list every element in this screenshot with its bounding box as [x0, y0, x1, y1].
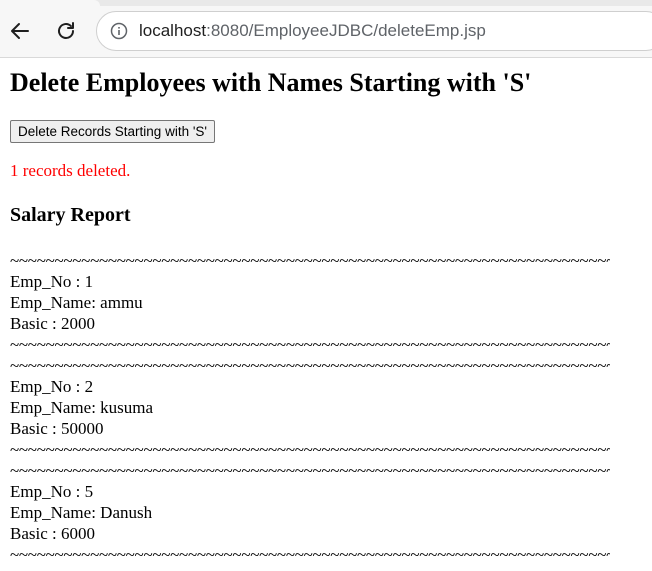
separator-line: ~~~~~~~~~~~~~~~~~~~~~~~~~~~~~~~~~~~~~~~~…	[10, 545, 610, 564]
status-message: 1 records deleted.	[10, 161, 131, 180]
url-text[interactable]: localhost:8080/EmployeeJDBC/deleteEmp.js…	[139, 21, 486, 41]
emp-no: Emp_No : 2	[10, 377, 94, 396]
emp-basic: Basic : 50000	[10, 419, 104, 438]
emp-name: Emp_Name: ammu	[10, 293, 143, 312]
emp-basic: Basic : 6000	[10, 524, 95, 543]
tab-strip	[0, 0, 652, 6]
emp-basic: Basic : 2000	[10, 314, 95, 333]
url-path: :8080/EmployeeJDBC/deleteEmp.jsp	[206, 21, 486, 40]
separator-line: ~~~~~~~~~~~~~~~~~~~~~~~~~~~~~~~~~~~~~~~~…	[10, 440, 610, 459]
separator-line: ~~~~~~~~~~~~~~~~~~~~~~~~~~~~~~~~~~~~~~~~…	[10, 335, 610, 354]
browser-toolbar: localhost:8080/EmployeeJDBC/deleteEmp.js…	[0, 0, 652, 58]
emp-no: Emp_No : 1	[10, 272, 94, 291]
employee-record: Emp_No : 2 Emp_Name: kusuma Basic : 5000…	[10, 376, 610, 439]
site-info-icon[interactable]	[107, 19, 131, 43]
separator-line: ~~~~~~~~~~~~~~~~~~~~~~~~~~~~~~~~~~~~~~~~…	[10, 356, 610, 375]
page-content: Delete Employees with Names Starting wit…	[10, 58, 652, 571]
emp-no: Emp_No : 5	[10, 482, 94, 501]
employee-record: Emp_No : 5 Emp_Name: Danush Basic : 6000	[10, 481, 610, 544]
active-tab[interactable]	[0, 0, 100, 6]
separator-line: ~~~~~~~~~~~~~~~~~~~~~~~~~~~~~~~~~~~~~~~~…	[10, 461, 610, 480]
salary-report: ~~~~~~~~~~~~~~~~~~~~~~~~~~~~~~~~~~~~~~~~…	[10, 250, 610, 565]
reload-button[interactable]	[52, 17, 80, 45]
delete-records-button[interactable]: Delete Records Starting with 'S'	[10, 120, 215, 143]
back-button[interactable]	[6, 17, 34, 45]
employee-record: Emp_No : 1 Emp_Name: ammu Basic : 2000	[10, 271, 610, 334]
separator-line: ~~~~~~~~~~~~~~~~~~~~~~~~~~~~~~~~~~~~~~~~…	[10, 251, 610, 270]
address-bar[interactable]: localhost:8080/EmployeeJDBC/deleteEmp.js…	[96, 11, 652, 51]
report-heading: Salary Report	[10, 204, 131, 226]
emp-name: Emp_Name: Danush	[10, 503, 153, 522]
arrow-left-icon	[11, 23, 29, 39]
page-title: Delete Employees with Names Starting wit…	[10, 68, 532, 97]
url-host: localhost	[139, 21, 207, 40]
reload-icon	[58, 22, 74, 39]
emp-name: Emp_Name: kusuma	[10, 398, 154, 417]
